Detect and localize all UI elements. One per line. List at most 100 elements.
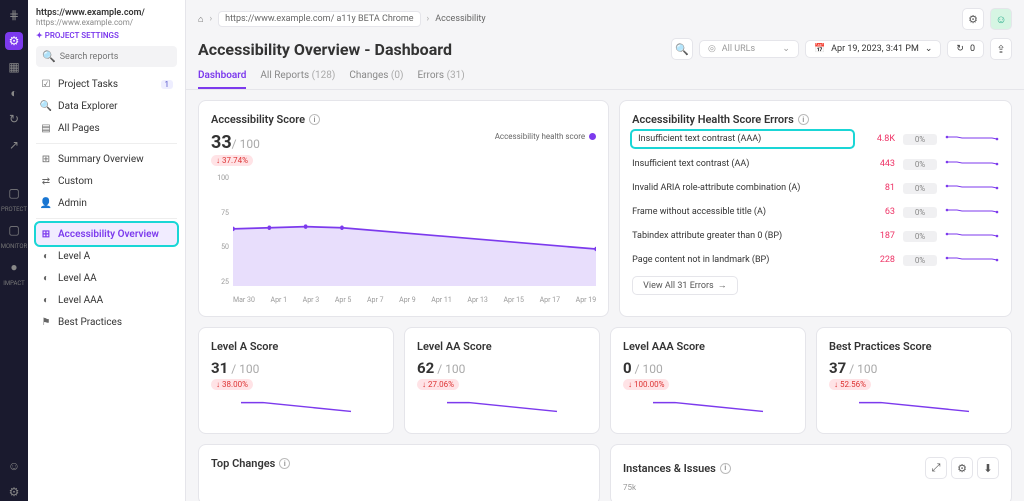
project-settings-link[interactable]: ✦ PROJECT SETTINGS <box>36 31 177 40</box>
rail-settings-icon[interactable]: ⚙ <box>5 483 23 501</box>
info-icon[interactable]: i <box>279 458 290 469</box>
error-row[interactable]: Insufficient text contrast (AAA)4.8K0% <box>632 126 999 152</box>
error-name: Insufficient text contrast (AA) <box>632 159 853 169</box>
refresh-icon: ↻ <box>956 44 964 54</box>
share-button[interactable]: ⇪ <box>990 38 1012 60</box>
info-icon[interactable]: i <box>309 114 320 125</box>
sidebar-item-accessibility-overview[interactable]: ⊞Accessibility Overview <box>36 223 177 245</box>
error-name: Frame without accessible title (A) <box>632 207 853 217</box>
rail-plug-icon[interactable]: ⚙ <box>5 32 23 50</box>
tab-all-reports[interactable]: All Reports (128) <box>260 64 335 89</box>
expand-button[interactable]: ⤢ <box>925 457 947 479</box>
sidebar-item-level-aa[interactable]: ◐Level AA <box>36 267 177 289</box>
rail-help-icon[interactable]: ☺ <box>5 457 23 475</box>
rail-protect-icon[interactable]: ▢ <box>5 184 23 202</box>
top-changes-card: Top Changesi <box>198 444 600 501</box>
sidebar-item-tasks[interactable]: ☑Project Tasks1 <box>36 73 177 95</box>
level-a-icon: ◐ <box>40 250 52 262</box>
home-icon[interactable]: ⌂ <box>198 14 203 25</box>
sparkline <box>945 253 999 267</box>
download-button[interactable]: ⬇ <box>977 457 999 479</box>
score-value: 0 <box>623 359 632 377</box>
rail-refresh-icon[interactable]: ↻ <box>5 110 23 128</box>
rail-monitor-icon[interactable]: ▢ <box>5 221 23 239</box>
error-row[interactable]: Frame without accessible title (A)630% <box>632 200 999 224</box>
sidebar-item-level-a[interactable]: ◐Level A <box>36 245 177 267</box>
rail-impact-label: IMPACT <box>3 280 25 287</box>
custom-icon: ⇄ <box>40 175 52 187</box>
score-delta: ↓ 38.00% <box>211 379 253 390</box>
sparkline <box>945 205 999 219</box>
user-avatar[interactable]: ☺ <box>990 8 1012 30</box>
sidebar-item-custom[interactable]: ⇄Custom <box>36 170 177 192</box>
info-icon[interactable]: i <box>720 463 731 474</box>
score-value: 37 <box>829 359 846 377</box>
chevron-right-icon: › <box>427 14 430 24</box>
error-row[interactable]: Tabindex attribute greater than 0 (BP) 18… <box>632 224 999 248</box>
summary-icon: ⊞ <box>40 153 52 165</box>
error-pct: 0% <box>903 207 937 218</box>
project-title[interactable]: https://www.example.com/ <box>36 8 177 18</box>
score-delta: ↓ 52.56% <box>829 379 871 390</box>
info-icon[interactable]: i <box>798 114 809 125</box>
error-pct: 0% <box>903 231 937 242</box>
rail-globe-icon[interactable]: ◐ <box>5 84 23 102</box>
app-rail: ⋕ ⚙ ▦ ◐ ↻ ↗ ▢ PROTECT ▢ MONITOR ● IMPACT… <box>0 0 28 501</box>
error-value: 187 <box>861 231 895 241</box>
rail-impact-icon[interactable]: ● <box>5 258 23 276</box>
search-button[interactable]: 🔍 <box>671 38 693 60</box>
tab-changes[interactable]: Changes (0) <box>349 64 403 89</box>
sparkline <box>211 396 381 418</box>
legend-label: Accessibility health score <box>495 132 585 141</box>
error-value: 443 <box>861 159 895 169</box>
error-row[interactable]: Insufficient text contrast (AA)4430% <box>632 152 999 176</box>
sidebar-item-level-aaa[interactable]: ◐Level AAA <box>36 289 177 311</box>
sidebar-item-all-pages[interactable]: ▤All Pages <box>36 117 177 139</box>
card-title: Best Practices Score <box>829 340 999 353</box>
score-delta: ↓ 37.74% <box>211 155 253 166</box>
rail-monitor-label: MONITOR <box>1 243 28 250</box>
tab-errors[interactable]: Errors (31) <box>417 64 464 89</box>
rail-external-icon[interactable]: ↗ <box>5 136 23 154</box>
breadcrumb-project[interactable]: https://www.example.com/ a11y BETA Chrom… <box>218 11 420 27</box>
sidebar-item-admin[interactable]: 👤Admin <box>36 192 177 214</box>
sidebar-item-label: Level AA <box>58 273 97 284</box>
search-input[interactable] <box>60 52 174 62</box>
card-title: Level A Score <box>211 340 381 353</box>
error-value: 81 <box>861 183 895 193</box>
error-row[interactable]: Page content not in landmark (BP)2280% <box>632 248 999 272</box>
search-input-wrap[interactable]: 🔍 <box>36 46 177 67</box>
admin-icon: 👤 <box>40 197 52 209</box>
segment-select[interactable]: ◎All URLs⌄ <box>699 40 799 58</box>
card-title: Instances & Issues <box>623 462 716 475</box>
error-name: Invalid ARIA role-attribute combination … <box>632 183 853 193</box>
rail-grid-icon[interactable]: ⋕ <box>5 6 23 24</box>
error-row[interactable]: Invalid ARIA role-attribute combination … <box>632 176 999 200</box>
settings-button[interactable]: ⚙ <box>962 8 984 30</box>
sparkline <box>945 157 999 171</box>
sparkline <box>417 396 587 418</box>
score-max: / 100 <box>846 362 877 376</box>
score-max: / 100 <box>434 362 465 376</box>
sidebar: https://www.example.com/ https://www.exa… <box>28 0 186 501</box>
sparkline <box>945 181 999 195</box>
sidebar-item-summary[interactable]: ⊞Summary Overview <box>36 148 177 170</box>
sidebar-item-label: Level AAA <box>58 295 103 306</box>
score-delta: ↓ 100.00% <box>623 379 669 390</box>
error-name: Tabindex attribute greater than 0 (BP) <box>632 231 853 241</box>
health-errors-card: Accessibility Health Score Errorsi Insuf… <box>619 100 1012 317</box>
sidebar-item-best-practices[interactable]: ⚑Best Practices <box>36 311 177 333</box>
view-all-errors-button[interactable]: View All 31 Errors→ <box>632 276 737 295</box>
tabs: Dashboard All Reports (128) Changes (0) … <box>186 64 1024 90</box>
chart-settings-button[interactable]: ⚙ <box>951 457 973 479</box>
tasks-count: 1 <box>161 80 174 89</box>
date-select[interactable]: 📅Apr 19, 2023, 3:41 PM⌄ <box>805 40 941 58</box>
mini-score-card: Level AA Score 62 / 100 ↓ 27.06% <box>404 327 600 434</box>
card-title: Level AA Score <box>417 340 587 353</box>
tab-dashboard[interactable]: Dashboard <box>198 64 246 89</box>
chevron-down-icon: ⌄ <box>782 44 790 54</box>
refresh-button[interactable]: ↻0 <box>947 40 984 58</box>
rail-dashboard-icon[interactable]: ▦ <box>5 58 23 76</box>
error-pct: 0% <box>903 134 937 145</box>
sidebar-item-data-explorer[interactable]: 🔍Data Explorer <box>36 95 177 117</box>
